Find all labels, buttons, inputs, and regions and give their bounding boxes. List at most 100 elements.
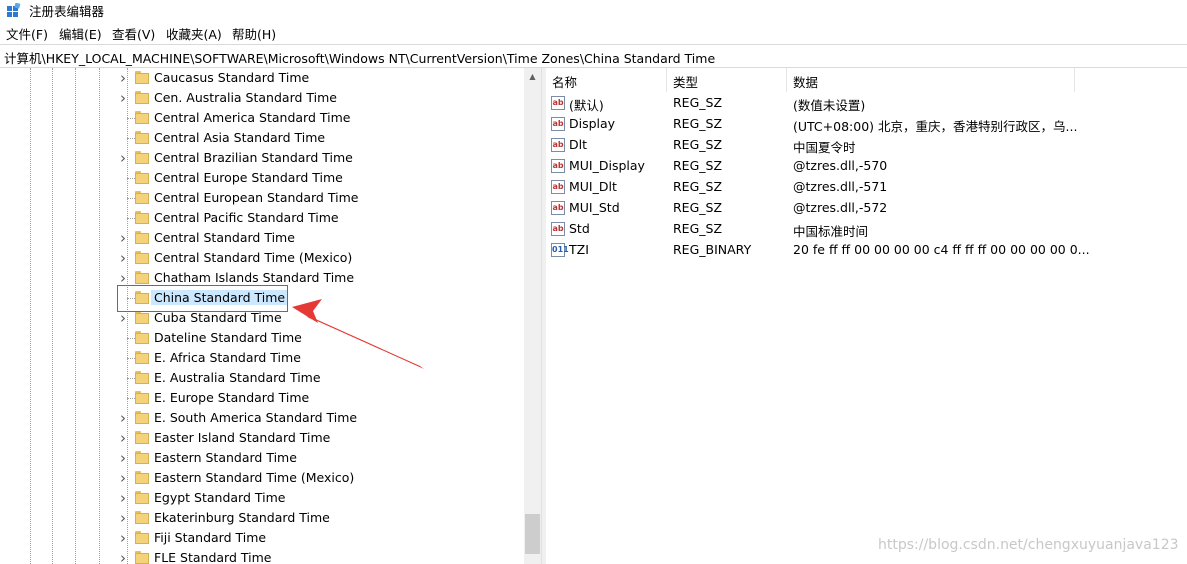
tree-node[interactable]: › Egypt Standard Time [118,488,518,508]
tree-node[interactable]: E. Australia Standard Time [118,368,518,388]
regedit-app-icon [7,3,21,17]
tree-node[interactable]: Central America Standard Time [118,108,518,128]
string-value-icon: ab [551,201,565,215]
expand-chevron-icon[interactable]: › [118,151,128,166]
tree-guide-line [75,68,76,564]
value-data: @tzres.dll,-570 [793,158,888,173]
expand-chevron-icon[interactable]: › [118,91,128,106]
expand-chevron-icon[interactable]: › [118,471,128,486]
expand-chevron-icon[interactable]: › [118,71,128,86]
expand-chevron-icon[interactable]: › [118,251,128,266]
tree-node[interactable]: › Ekaterinburg Standard Time [118,508,518,528]
folder-icon [135,331,149,344]
column-header-data[interactable]: 数据 [787,68,1075,92]
value-name: Std [569,221,590,236]
scroll-up-arrow-icon[interactable]: ▲ [524,68,541,85]
value-data: 中国夏令时 [793,140,856,155]
tree-node[interactable]: › Fiji Standard Time [118,528,518,548]
expand-chevron-icon[interactable]: › [118,451,128,466]
tree-node[interactable]: › Central Standard Time (Mexico) [118,248,518,268]
value-row[interactable]: 011 TZI REG_BINARY 20 fe ff ff 00 00 00 00 … [546,240,1187,261]
tree-node[interactable]: › Central Standard Time [118,228,518,248]
menu-favorites[interactable]: 收藏夹(A) [166,24,222,43]
value-data: (数值未设置) [793,98,866,113]
value-type: REG_SZ [673,200,723,215]
tree-node[interactable]: › E. South America Standard Time [118,408,518,428]
tree-node[interactable]: › Central Brazilian Standard Time [118,148,518,168]
folder-icon [135,491,149,504]
value-name: Dlt [569,137,587,152]
value-data: @tzres.dll,-571 [793,179,888,194]
tree-node[interactable]: Central Europe Standard Time [118,168,518,188]
tree-node[interactable]: › Caucasus Standard Time [118,68,518,88]
expand-chevron-icon[interactable]: › [118,511,128,526]
string-value-icon: ab [551,180,565,194]
tree-node[interactable]: Central Asia Standard Time [118,128,518,148]
menu-view[interactable]: 查看(V) [112,24,155,43]
address-bar[interactable]: 计算机\HKEY_LOCAL_MACHINE\SOFTWARE\Microsof… [0,44,1187,68]
tree-node[interactable]: › Cen. Australia Standard Time [118,88,518,108]
column-header-type[interactable]: 类型 [667,68,787,92]
tree-node-label: Central America Standard Time [154,110,351,125]
menu-help[interactable]: 帮助(H) [232,24,276,43]
value-type: REG_SZ [673,221,723,236]
tree-node[interactable]: Central European Standard Time [118,188,518,208]
menu-bar: 文件(F) 编辑(E) 查看(V) 收藏夹(A) 帮助(H) [0,22,1187,42]
value-type: REG_SZ [673,179,723,194]
menu-file[interactable]: 文件(F) [6,24,48,43]
tree-node-label: Central Standard Time [154,230,295,245]
value-row[interactable]: ab Std REG_SZ 中国标准时间 [546,219,1187,240]
tree-connector-line [127,378,135,379]
menu-edit[interactable]: 编辑(E) [59,24,102,43]
value-row[interactable]: ab Dlt REG_SZ 中国夏令时 [546,135,1187,156]
folder-icon [135,271,149,284]
expand-chevron-icon[interactable]: › [118,551,128,564]
string-value-icon: ab [551,96,565,110]
string-value-icon: ab [551,222,565,236]
folder-icon [135,411,149,424]
folder-icon [135,471,149,484]
tree-node-label: E. Africa Standard Time [154,350,301,365]
registry-tree: › Caucasus Standard Time › Cen. Australia S… [0,68,524,564]
tree-node[interactable]: › Eastern Standard Time (Mexico) [118,468,518,488]
tree-node[interactable]: E. Africa Standard Time [118,348,518,368]
address-path[interactable]: 计算机\HKEY_LOCAL_MACHINE\SOFTWARE\Microsof… [4,48,715,67]
expand-chevron-icon[interactable]: › [118,431,128,446]
tree-node[interactable]: › Easter Island Standard Time [118,428,518,448]
tree-guide-line [30,68,31,564]
value-data: 20 fe ff ff 00 00 00 00 c4 ff ff ff 00 0… [793,242,1090,257]
value-row[interactable]: ab (默认) REG_SZ (数值未设置) [546,93,1187,114]
folder-icon [135,431,149,444]
expand-chevron-icon[interactable]: › [118,411,128,426]
folder-icon [135,131,149,144]
expand-chevron-icon[interactable]: › [118,231,128,246]
tree-node[interactable]: Dateline Standard Time [118,328,518,348]
watermark: https://blog.csdn.net/chengxuyuanjava123 [878,537,1179,553]
tree-guide-line [52,68,53,564]
value-name: Display [569,116,616,131]
tree-connector-line [127,118,135,119]
tree-node-label: E. Europe Standard Time [154,390,310,405]
column-header-name[interactable]: 名称 [546,68,667,92]
tree-node[interactable]: Central Pacific Standard Time [118,208,518,228]
value-row[interactable]: ab Display REG_SZ (UTC+08:00) 北京，重庆，香港特别行政区… [546,114,1187,135]
tree-node-label: Eastern Standard Time [154,450,297,465]
tree-connector-line [127,178,135,179]
expand-chevron-icon[interactable]: › [118,271,128,286]
expand-chevron-icon[interactable]: › [118,491,128,506]
tree-node[interactable]: E. Europe Standard Time [118,388,518,408]
folder-icon [135,551,149,564]
tree-node[interactable]: › FLE Standard Time [118,548,518,564]
value-row[interactable]: ab MUI_Display REG_SZ @tzres.dll,-570 [546,156,1187,177]
expand-chevron-icon[interactable]: › [118,531,128,546]
tree-connector-line [127,198,135,199]
folder-icon [135,231,149,244]
value-name: MUI_Std [569,200,620,215]
tree-scrollbar[interactable]: ▲ [524,68,541,564]
value-name: (默认) [569,98,604,113]
tree-node[interactable]: › Eastern Standard Time [118,448,518,468]
scroll-thumb[interactable] [525,514,540,554]
value-row[interactable]: ab MUI_Std REG_SZ @tzres.dll,-572 [546,198,1187,219]
expand-chevron-icon[interactable]: › [118,311,128,326]
value-row[interactable]: ab MUI_Dlt REG_SZ @tzres.dll,-571 [546,177,1187,198]
